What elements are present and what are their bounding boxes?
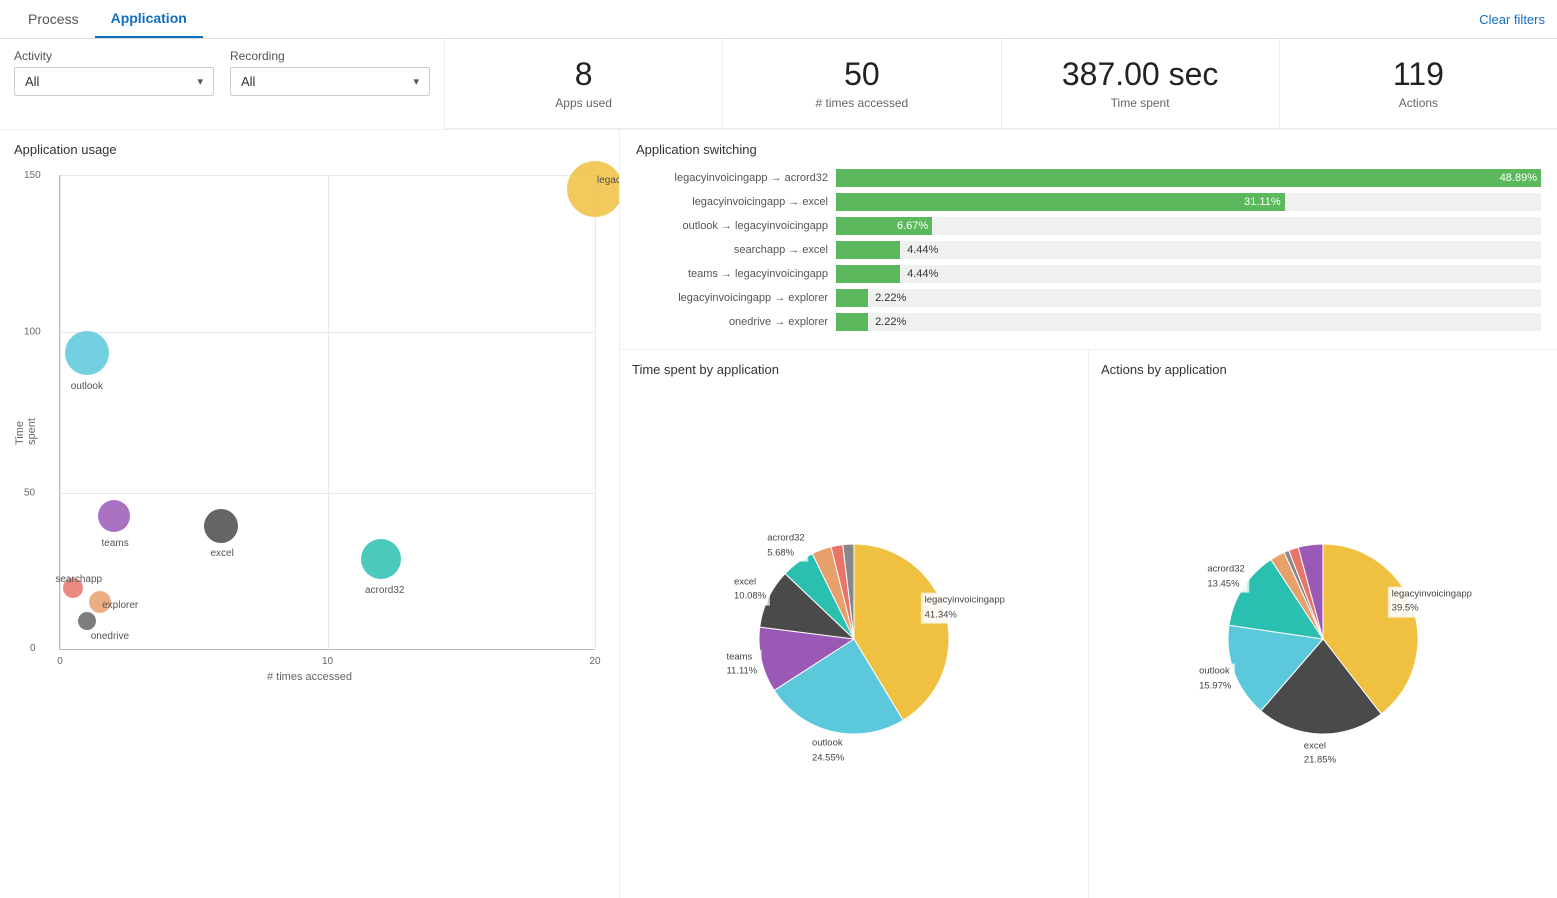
stat-actions: 119 Actions xyxy=(1280,39,1557,128)
label-onedrive: onedrive xyxy=(91,631,129,642)
bar-fill: 31.11% xyxy=(836,193,1285,211)
bar-fill xyxy=(836,265,900,283)
bar-row: legacyinvoicingapp → explorer 2.22% xyxy=(636,289,1541,307)
x-tick-20: 20 xyxy=(589,656,600,667)
time-spent-title: Time spent by application xyxy=(632,362,1076,377)
pie-label-teams xyxy=(1306,524,1310,526)
app-switching-title: Application switching xyxy=(636,142,1541,157)
actions-label: Actions xyxy=(1399,96,1438,110)
actions-title: Actions by application xyxy=(1101,362,1545,377)
bar-row: legacyinvoicingapp → excel 31.11% xyxy=(636,193,1541,211)
bar-row: searchapp → excel 4.44% xyxy=(636,241,1541,259)
y-tick-150: 150 xyxy=(24,170,41,181)
bar-fill xyxy=(836,241,900,259)
activity-select[interactable]: All ▾ xyxy=(14,67,214,96)
label-teams: teams xyxy=(102,538,129,549)
y-axis-label: Time spent xyxy=(14,405,38,445)
bubble-legacyinvoicingapp xyxy=(567,161,620,217)
actions-value: 119 xyxy=(1393,57,1444,92)
bar-row: outlook → legacyinvoicingapp 6.67% xyxy=(636,217,1541,235)
y-tick-50: 50 xyxy=(24,487,35,498)
tab-application[interactable]: Application xyxy=(95,0,203,38)
bar-track: 2.22% xyxy=(836,289,1541,307)
label-acrord32: acrord32 xyxy=(365,585,404,596)
app-usage-title: Application usage xyxy=(14,142,605,157)
bar-row: onedrive → explorer 2.22% xyxy=(636,313,1541,331)
bar-label: legacyinvoicingapp → excel xyxy=(636,196,836,208)
bar-fill xyxy=(836,289,868,307)
stat-time-spent: 387.00 sec Time spent xyxy=(1002,39,1280,128)
bubble-onedrive xyxy=(78,612,96,630)
y-tick-0: 0 xyxy=(30,643,36,654)
bar-label: legacyinvoicingapp → acrord32 xyxy=(636,172,836,184)
activity-filter-group: Activity All ▾ xyxy=(14,49,214,96)
label-explorer: explorer xyxy=(102,600,138,611)
activity-label: Activity xyxy=(14,49,214,63)
bar-track: 48.89% xyxy=(836,169,1541,187)
x-tick-10: 10 xyxy=(322,656,333,667)
times-accessed-value: 50 xyxy=(844,57,880,92)
bubble-outlook xyxy=(65,331,109,375)
actions-pie-chart xyxy=(1213,529,1433,749)
apps-used-value: 8 xyxy=(575,57,593,92)
label-excel: excel xyxy=(211,548,234,559)
pie-label-onedrive xyxy=(845,523,849,525)
bubble-acrord32 xyxy=(361,539,401,579)
label-legacyinvoicingapp: legacyinvoicingapp xyxy=(597,175,620,186)
pie-label-searchapp xyxy=(831,525,835,527)
bar-fill xyxy=(836,313,868,331)
bar-track: 31.11% xyxy=(836,193,1541,211)
time-spent-label: Time spent xyxy=(1111,96,1170,110)
bar-fill: 6.67% xyxy=(836,217,932,235)
bar-track: 4.44% xyxy=(836,241,1541,259)
chevron-down-icon-2: ▾ xyxy=(413,75,419,88)
tab-bar: Process Application Clear filters xyxy=(0,0,1557,39)
stat-apps-used: 8 Apps used xyxy=(445,39,723,128)
chevron-down-icon: ▾ xyxy=(197,75,203,88)
label-searchapp: searchapp xyxy=(55,574,102,585)
bar-label: onedrive → explorer xyxy=(636,316,836,328)
stat-times-accessed: 50 # times accessed xyxy=(723,39,1001,128)
bubble-excel xyxy=(204,509,238,543)
bar-track: 2.22% xyxy=(836,313,1541,331)
switching-bars-container: legacyinvoicingapp → acrord32 48.89% leg… xyxy=(636,169,1541,331)
clear-filters-button[interactable]: Clear filters xyxy=(1479,2,1545,37)
bar-label: legacyinvoicingapp → explorer xyxy=(636,292,836,304)
bar-row: legacyinvoicingapp → acrord32 48.89% xyxy=(636,169,1541,187)
time-spent-value: 387.00 sec xyxy=(1062,57,1219,92)
bar-row: teams → legacyinvoicingapp 4.44% xyxy=(636,265,1541,283)
bar-fill: 48.89% xyxy=(836,169,1541,187)
times-accessed-label: # times accessed xyxy=(816,96,909,110)
apps-used-label: Apps used xyxy=(555,96,612,110)
bar-label: searchapp → excel xyxy=(636,244,836,256)
recording-select[interactable]: All ▾ xyxy=(230,67,430,96)
recording-label: Recording xyxy=(230,49,430,63)
label-outlook: outlook xyxy=(71,381,103,392)
bubble-teams xyxy=(98,500,130,532)
y-tick-100: 100 xyxy=(24,326,41,337)
recording-filter-group: Recording All ▾ xyxy=(230,49,430,96)
x-axis-label: # times accessed xyxy=(267,671,352,683)
bar-label: outlook → legacyinvoicingapp xyxy=(636,220,836,232)
bar-track: 6.67% xyxy=(836,217,1541,235)
tab-process[interactable]: Process xyxy=(12,1,95,37)
bar-track: 4.44% xyxy=(836,265,1541,283)
time-spent-pie-chart xyxy=(744,529,964,749)
bar-label: teams → legacyinvoicingapp xyxy=(636,268,836,280)
x-tick-0: 0 xyxy=(57,656,63,667)
